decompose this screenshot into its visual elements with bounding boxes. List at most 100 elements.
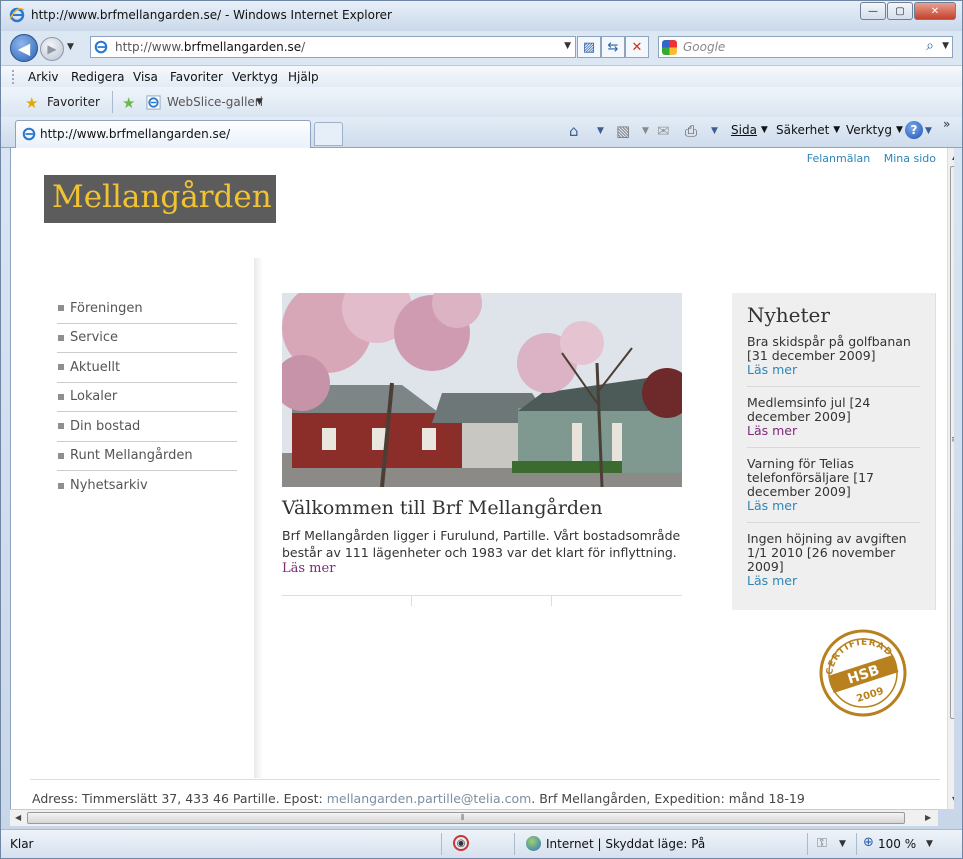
bullet-icon <box>58 482 64 489</box>
menu-redigera[interactable]: Redigera <box>71 70 124 84</box>
nav-item-din-bostad[interactable]: Din bostad <box>57 412 237 442</box>
stop-button[interactable]: ✕ <box>625 36 649 58</box>
site-logo[interactable]: Mellangården <box>44 175 276 223</box>
ie-page-icon <box>94 40 108 54</box>
welcome-read-more-link[interactable]: Läs mer <box>282 561 335 576</box>
nav-item-aktuellt[interactable]: Aktuellt <box>57 353 237 383</box>
print-dropdown-icon[interactable]: ▼ <box>711 126 718 136</box>
webslice-icon <box>146 95 161 110</box>
ie-page-icon <box>22 127 36 141</box>
close-button[interactable]: ✕ <box>914 2 956 20</box>
feed-dropdown-icon[interactable]: ▼ <box>642 126 649 136</box>
zoom-level[interactable]: 100 % <box>878 837 916 851</box>
search-options-dropdown[interactable]: ▼ <box>942 41 949 51</box>
scroll-left-arrow-icon[interactable]: ◀ <box>15 813 21 822</box>
nav-item-lokaler[interactable]: Lokaler <box>57 383 237 412</box>
menu-bar: Arkiv Redigera Visa Favoriter Verktyg Hj… <box>1 65 962 87</box>
horizontal-scrollbar[interactable]: ◀ ⦀ ▶ <box>10 809 938 826</box>
status-separator <box>514 833 515 855</box>
status-separator <box>441 833 442 855</box>
footer-address: Adress: Timmerslätt 37, 433 46 Partille.… <box>32 791 327 806</box>
status-separator <box>856 833 857 855</box>
compatibility-view-button[interactable]: ▨ <box>577 36 601 58</box>
webslice-dropdown-icon[interactable]: ▼ <box>256 97 263 107</box>
scroll-up-arrow-icon[interactable]: ▲ <box>952 152 954 161</box>
zoom-icon[interactable]: ⊕ <box>863 835 874 850</box>
tools-menu[interactable]: Verktyg ▼ <box>846 123 903 137</box>
print-icon[interactable]: ⎙ <box>685 122 697 140</box>
news-read-more-link[interactable]: Läs mer <box>747 499 920 513</box>
favorites-star-icon[interactable]: ★ <box>25 94 38 112</box>
news-read-more-link[interactable]: Läs mer <box>747 424 920 438</box>
content-divider <box>282 595 682 596</box>
safety-menu[interactable]: Säkerhet ▼ <box>776 123 840 137</box>
bullet-icon <box>58 334 64 341</box>
scroll-right-arrow-icon[interactable]: ▶ <box>925 813 931 822</box>
scroll-down-arrow-icon[interactable]: ▼ <box>952 795 954 804</box>
address-dropdown-icon[interactable]: ▼ <box>564 41 571 51</box>
protected-mode-dropdown-icon[interactable]: ▼ <box>839 839 846 849</box>
news-read-more-link[interactable]: Läs mer <box>747 363 920 377</box>
minimize-button[interactable]: — <box>860 2 886 20</box>
webslice-gallery-link[interactable]: WebSlice-galleri <box>167 95 263 109</box>
footer-email-link[interactable]: mellangarden.partille@telia.com <box>327 791 532 806</box>
home-icon[interactable]: ⌂ <box>569 122 579 140</box>
protected-mode-icon[interactable]: ⚿ <box>817 836 827 851</box>
arrow-left-icon: ◀ <box>17 38 31 58</box>
back-button[interactable]: ◀ <box>10 34 38 62</box>
nav-item-service[interactable]: Service <box>57 324 237 353</box>
news-item: Varning för Telias telefonförsäljare [17… <box>747 457 920 523</box>
news-read-more-link[interactable]: Läs mer <box>747 574 920 588</box>
news-item: Ingen höjning av avgiften 1/1 2010 [26 n… <box>747 532 920 597</box>
news-item: Medlemsinfo jul [24 december 2009] Läs m… <box>747 396 920 448</box>
zoom-dropdown-icon[interactable]: ▼ <box>926 839 933 849</box>
my-pages-link[interactable]: Mina sido <box>884 152 936 165</box>
hero-image <box>282 293 682 487</box>
rss-feed-icon[interactable]: ▧ <box>616 122 630 140</box>
home-dropdown-icon[interactable]: ▼ <box>597 126 604 136</box>
help-icon[interactable]: ? <box>905 121 923 139</box>
page-menu[interactable]: Sida ▼ <box>731 123 768 137</box>
menu-arkiv[interactable]: Arkiv <box>28 70 59 84</box>
privacy-report-icon[interactable]: ◉ <box>453 835 469 851</box>
vertical-scrollbar[interactable]: ▲ ≡ ▼ <box>947 148 954 809</box>
refresh-button[interactable]: ⇆ <box>601 36 625 58</box>
horizontal-scroll-thumb[interactable] <box>27 812 905 824</box>
address-bar[interactable]: http://www.brfmellangarden.se/ ▼ <box>90 36 576 58</box>
arrow-right-icon: ▶ <box>47 42 57 56</box>
news-item-text[interactable]: Bra skidspår på golfbanan [31 december 2… <box>747 334 911 363</box>
toolbar-grip[interactable] <box>12 70 15 84</box>
report-fault-link[interactable]: Felanmälan <box>807 152 871 165</box>
menu-hjalp[interactable]: Hjälp <box>288 70 319 84</box>
bullet-icon <box>58 423 64 430</box>
bullet-icon <box>58 305 64 312</box>
footer-divider <box>30 779 940 780</box>
maximize-button[interactable]: ▢ <box>887 2 913 20</box>
search-box[interactable]: Google ⌕ ▼ <box>658 36 953 58</box>
new-tab-button[interactable] <box>314 122 343 146</box>
news-item-text[interactable]: Medlemsinfo jul [24 december 2009] <box>747 395 870 424</box>
recent-pages-dropdown[interactable]: ▼ <box>67 42 74 52</box>
status-bar: Klar ◉ Internet | Skyddat läge: På ⚿ ▼ ⊕… <box>1 829 962 858</box>
menu-favoriter[interactable]: Favoriter <box>170 70 223 84</box>
address-url[interactable]: http://www.brfmellangarden.se/ <box>115 40 305 54</box>
tab-active[interactable]: http://www.brfmellangarden.se/ <box>15 120 311 148</box>
news-item-text[interactable]: Varning för Telias telefonförsäljare [17… <box>747 456 874 499</box>
menu-visa[interactable]: Visa <box>133 70 158 84</box>
nav-item-nyhetsarkiv[interactable]: Nyhetsarkiv <box>57 471 237 501</box>
help-dropdown-icon[interactable]: ▼ <box>925 126 932 136</box>
forward-button[interactable]: ▶ <box>40 37 64 61</box>
add-to-favorites-icon[interactable]: ★ <box>122 94 135 112</box>
footer-suffix: . Brf Mellangården, Expedition: månd 18-… <box>531 791 805 806</box>
security-zone-text[interactable]: Internet | Skyddat läge: På <box>546 837 705 851</box>
news-item-text[interactable]: Ingen höjning av avgiften 1/1 2010 [26 n… <box>747 531 907 574</box>
menu-verktyg[interactable]: Verktyg <box>232 70 278 84</box>
nav-item-runt-mellangarden[interactable]: Runt Mellangården <box>57 442 237 471</box>
favorites-button[interactable]: Favoriter <box>47 95 100 109</box>
search-placeholder[interactable]: Google <box>683 40 725 54</box>
divider-tick <box>551 596 552 606</box>
mail-icon[interactable]: ✉ <box>657 122 670 140</box>
toolbar-overflow-chevron[interactable]: » <box>943 117 950 131</box>
nav-item-foreningen[interactable]: Föreningen <box>57 294 237 324</box>
search-icon[interactable]: ⌕ <box>926 38 934 54</box>
